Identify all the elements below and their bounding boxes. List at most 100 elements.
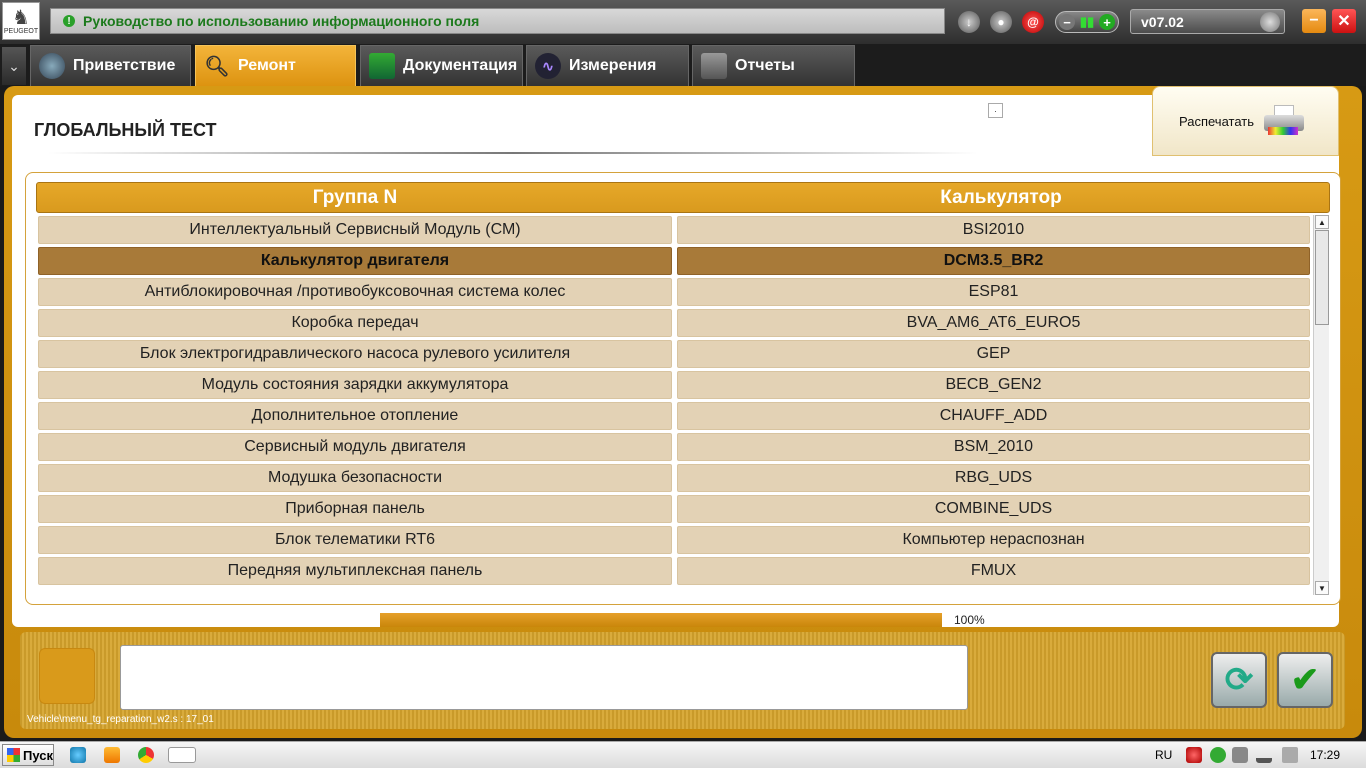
cell-calculator[interactable]: Компьютер нераспознан (677, 526, 1310, 554)
volume-control[interactable]: − ▮▮ + (1055, 11, 1119, 33)
lion-icon: ♞ (12, 6, 30, 29)
globe-icon (39, 53, 65, 79)
cell-calculator[interactable]: FMUX (677, 557, 1310, 585)
network-icon[interactable] (1256, 747, 1272, 763)
table-row[interactable]: Дополнительное отопление CHAUFF_ADD (36, 402, 1313, 430)
cell-group[interactable]: Коробка передач (38, 309, 672, 337)
printer-icon (1264, 105, 1306, 137)
tab-bar: ⌄ Приветствие 🔍︎ Ремонт Документация ∿ И… (0, 44, 1366, 86)
scroll-down-icon[interactable]: ▼ (1315, 581, 1329, 595)
cell-group[interactable]: Сервисный модуль двигателя (38, 433, 672, 461)
cell-group[interactable]: Модушка безопасности (38, 464, 672, 492)
minus-icon[interactable]: − (1059, 14, 1075, 30)
tab-label: Ремонт (238, 57, 296, 74)
cell-calculator[interactable]: CHAUFF_ADD (677, 402, 1310, 430)
table-row[interactable]: Блок телематики RT6 Компьютер нераспознан (36, 526, 1313, 554)
table-row[interactable]: Модуль состояния зарядки аккумулятора BEC… (36, 371, 1313, 399)
small-dot-button[interactable]: · (988, 103, 1003, 118)
knob-icon (1260, 12, 1280, 32)
cell-group[interactable]: Приборная панель (38, 495, 672, 523)
level-bars-icon: ▮▮ (1079, 14, 1095, 29)
cell-calculator[interactable]: COMBINE_UDS (677, 495, 1310, 523)
tab-documentation[interactable]: Документация (360, 45, 523, 86)
close-button[interactable]: ✕ (1332, 9, 1356, 33)
confirm-button[interactable]: ✔ (1277, 652, 1333, 708)
column-header-calculator[interactable]: Калькулятор (673, 183, 1329, 212)
info-icon: ! (63, 15, 75, 27)
tray-check-icon[interactable] (1210, 747, 1226, 763)
waveform-icon: ∿ (535, 53, 561, 79)
print-button[interactable]: Распечатать (1152, 86, 1339, 156)
table-row[interactable]: Приборная панель COMBINE_UDS (36, 495, 1313, 523)
refresh-icon: ⟳ (1224, 661, 1254, 699)
language-indicator[interactable]: RU (1155, 748, 1172, 762)
cell-calculator[interactable]: ESP81 (677, 278, 1310, 306)
table-row[interactable]: Интеллектуальный Сервисный Модуль (СМ) BS… (36, 216, 1313, 244)
scrollbar[interactable]: ▲ ▼ (1313, 215, 1329, 595)
table-row[interactable]: Калькулятор двигателя DCM3.5_BR2 (36, 247, 1313, 275)
script-path: Vehicle\menu_tg_reparation_w2.s : 17_01 (27, 714, 214, 725)
cell-group[interactable]: Передняя мультиплексная панель (38, 557, 672, 585)
cell-group[interactable]: Интеллектуальный Сервисный Модуль (СМ) (38, 216, 672, 244)
message-box (120, 645, 968, 710)
table-row[interactable]: Коробка передач BVA_AM6_AT6_EURO5 (36, 309, 1313, 337)
table-row[interactable]: Модушка безопасности RBG_UDS (36, 464, 1313, 492)
cell-calculator[interactable]: BSM_2010 (677, 433, 1310, 461)
cell-group[interactable]: Дополнительное отопление (38, 402, 672, 430)
tab-welcome[interactable]: Приветствие (30, 45, 191, 86)
chevron-down-icon[interactable]: ⌄ (2, 47, 26, 85)
logo-text: PEUGEOT (3, 27, 39, 35)
version-box: v07.02 (1130, 9, 1285, 34)
refresh-button[interactable]: ⟳ (1211, 652, 1267, 708)
cell-group[interactable]: Калькулятор двигателя (38, 247, 672, 275)
cell-group[interactable]: Блок электрогидравлического насоса рулев… (38, 340, 672, 368)
minimize-button[interactable]: − (1302, 9, 1326, 33)
cell-calculator[interactable]: RBG_UDS (677, 464, 1310, 492)
clock[interactable]: 17:29 (1310, 748, 1340, 762)
column-header-group[interactable]: Группа N (37, 183, 673, 212)
speaker-icon[interactable] (1282, 747, 1298, 763)
tab-label: Измерения (569, 57, 657, 74)
table-row[interactable]: Передняя мультиплексная панель FMUX (36, 557, 1313, 585)
cell-group[interactable]: Антиблокировочная /противобуксовочная си… (38, 278, 672, 306)
version-label: v07.02 (1141, 13, 1184, 30)
cell-group[interactable]: Модуль состояния зарядки аккумулятора (38, 371, 672, 399)
tab-repair[interactable]: 🔍︎ Ремонт (195, 45, 356, 86)
tab-measurements[interactable]: ∿ Измерения (526, 45, 689, 86)
info-bar[interactable]: ! Руководство по использованию информаци… (50, 8, 945, 34)
progress-label: 100% (954, 613, 985, 627)
print-label: Распечатать (1179, 113, 1255, 129)
download-icon[interactable]: ↓ (958, 11, 980, 33)
scroll-up-icon[interactable]: ▲ (1315, 215, 1329, 229)
start-button[interactable]: Пуск (2, 744, 54, 766)
table-row[interactable]: Антиблокировочная /противобуксовочная си… (36, 278, 1313, 306)
user-icon[interactable]: ● (990, 11, 1012, 33)
tab-reports[interactable]: Отчеты (692, 45, 855, 86)
app-window-icon[interactable] (168, 747, 196, 763)
cell-group[interactable]: Блок телематики RT6 (38, 526, 672, 554)
at-icon[interactable]: @ (1022, 11, 1044, 33)
cell-calculator[interactable]: GEP (677, 340, 1310, 368)
chrome-icon[interactable] (138, 747, 154, 763)
table-row[interactable]: Блок электрогидравлического насоса рулев… (36, 340, 1313, 368)
table-body: Интеллектуальный Сервисный Модуль (СМ) BS… (36, 214, 1313, 595)
ie-icon[interactable] (70, 747, 86, 763)
cell-calculator[interactable]: BVA_AM6_AT6_EURO5 (677, 309, 1310, 337)
cell-calculator[interactable]: BSI2010 (677, 216, 1310, 244)
table-header: Группа N Калькулятор (36, 182, 1330, 213)
plus-icon[interactable]: + (1099, 14, 1115, 30)
start-label: Пуск (23, 747, 53, 763)
title-divider (48, 152, 978, 154)
tab-label: Отчеты (735, 57, 795, 74)
scroll-thumb[interactable] (1315, 230, 1329, 325)
windows-flag-icon (7, 748, 20, 762)
top-bar: ♞ PEUGEOT ! Руководство по использованию… (0, 0, 1366, 44)
tray-app-icon[interactable] (1186, 747, 1202, 763)
cell-calculator[interactable]: DCM3.5_BR2 (677, 247, 1310, 275)
tray-device-icon[interactable] (1232, 747, 1248, 763)
media-player-icon[interactable] (104, 747, 120, 763)
tab-label: Приветствие (73, 57, 176, 74)
table-row[interactable]: Сервисный модуль двигателя BSM_2010 (36, 433, 1313, 461)
cell-calculator[interactable]: BECB_GEN2 (677, 371, 1310, 399)
page-title: ГЛОБАЛЬНЫЙ ТЕСТ (34, 120, 217, 140)
